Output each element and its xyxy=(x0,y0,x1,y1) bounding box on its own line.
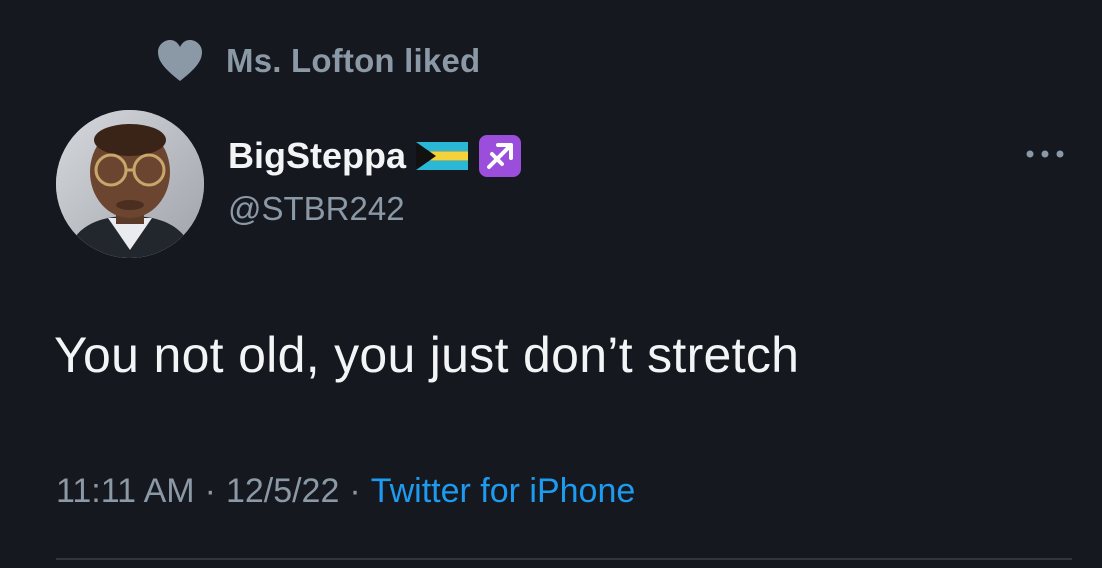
more-options-button[interactable] xyxy=(1020,140,1070,170)
tweet-metadata: 11:11 AM · 12/5/22 · Twitter for iPhone xyxy=(56,472,635,511)
meta-separator: · xyxy=(349,472,361,510)
social-context-text: Ms. Lofton liked xyxy=(226,42,481,79)
tweet-date[interactable]: 12/5/22 xyxy=(226,472,339,510)
user-handle[interactable]: @STBR242 xyxy=(228,190,522,228)
display-name[interactable]: BigSteppa xyxy=(228,135,406,177)
tweet-author[interactable]: BigSteppa @STBR242 xyxy=(228,130,522,228)
tweet-source-link[interactable]: Twitter for iPhone xyxy=(371,472,636,510)
heart-icon xyxy=(156,39,204,83)
tweet-text: You not old, you just don’t stretch xyxy=(54,327,800,383)
avatar[interactable] xyxy=(56,110,204,258)
social-context[interactable]: Ms. Lofton liked xyxy=(156,36,480,86)
bahamas-flag-emoji xyxy=(412,139,470,173)
sagittarius-emoji xyxy=(478,134,522,178)
tweet-time[interactable]: 11:11 AM xyxy=(56,472,195,510)
divider xyxy=(56,558,1072,560)
more-icon xyxy=(1025,146,1065,164)
meta-separator: · xyxy=(204,472,216,510)
